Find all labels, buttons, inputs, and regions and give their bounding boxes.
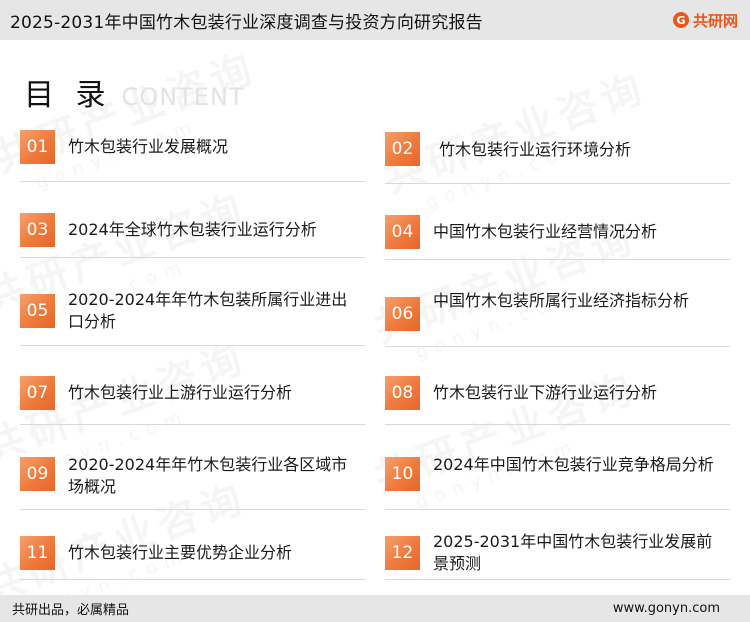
- toc-item-01[interactable]: 01 竹木包装行业发展概况: [20, 122, 365, 182]
- toc-subtitle: CONTENT: [121, 83, 245, 111]
- toc-item-05[interactable]: 05 2020-2024年年竹木包装所属行业进出口分析: [20, 282, 365, 346]
- toc-item-label: 竹木包装行业上游行业运行分析: [68, 383, 293, 402]
- toc-item-12[interactable]: 12 2025-2031年中国竹木包装行业发展前景预测: [385, 520, 730, 580]
- toc-number-badge: 12: [385, 536, 420, 570]
- footer-bar: 共研出品，必属精品 www.gonyn.com: [0, 595, 750, 622]
- toc-item-07[interactable]: 07 竹木包装行业上游行业运行分析: [20, 365, 365, 425]
- toc-number-badge: 04: [385, 215, 420, 249]
- toc-item-label: 2024年全球竹木包装行业运行分析: [68, 220, 317, 239]
- brand-logo-icon: G: [672, 12, 689, 28]
- divider: [385, 183, 730, 184]
- divider: [385, 579, 730, 580]
- divider: [385, 259, 730, 260]
- toc-number-badge: 08: [385, 376, 420, 410]
- toc-number-badge: 03: [20, 213, 55, 247]
- toc-number-badge: 09: [20, 457, 55, 491]
- brand-logo[interactable]: G 共研网: [672, 10, 738, 31]
- divider: [20, 257, 365, 258]
- toc-item-11[interactable]: 11 竹木包装行业主要优势企业分析: [20, 520, 365, 580]
- toc-number-badge: 11: [20, 536, 55, 570]
- toc-item-02[interactable]: 02 竹木包装行业运行环境分析: [385, 124, 730, 184]
- toc-number-badge: 01: [20, 130, 55, 164]
- header-bar: 2025-2031年中国竹木包装行业深度调查与投资方向研究报告 G 共研网: [0, 0, 750, 40]
- toc-item-04[interactable]: 04 中国竹木包装行业经营情况分析: [385, 200, 730, 260]
- toc-item-label: 竹木包装行业下游行业运行分析: [433, 383, 658, 402]
- toc-item-label: 2020-2024年年竹木包装所属行业进出口分析: [68, 290, 348, 331]
- toc-item-label: 竹木包装行业主要优势企业分析: [68, 543, 293, 562]
- divider: [385, 509, 730, 510]
- toc-number-badge: 06: [385, 297, 420, 331]
- toc-item-10[interactable]: 10 2024年中国竹木包装行业竞争格局分析: [385, 447, 730, 510]
- toc-number-badge: 02: [385, 132, 420, 166]
- divider: [20, 424, 365, 425]
- footer-url[interactable]: www.gonyn.com: [613, 601, 720, 616]
- toc-item-09[interactable]: 09 2020-2024年年竹木包装行业各区域市场概况: [20, 447, 365, 510]
- toc-item-label: 竹木包装行业运行环境分析: [439, 140, 632, 159]
- toc-title: 目 录: [24, 78, 112, 113]
- toc-item-08[interactable]: 08 竹木包装行业下游行业运行分析: [385, 365, 730, 425]
- toc-item-06[interactable]: 06 中国竹木包装所属行业经济指标分析: [385, 285, 730, 347]
- toc-item-03[interactable]: 03 2024年全球竹木包装行业运行分析: [20, 198, 365, 258]
- toc-item-label: 2024年中国竹木包装行业竞争格局分析: [433, 455, 714, 474]
- divider: [20, 345, 365, 346]
- toc-item-label: 2020-2024年年竹木包装行业各区域市场概况: [68, 455, 348, 496]
- toc-number-badge: 10: [385, 457, 420, 491]
- toc-number-badge: 05: [20, 294, 55, 328]
- divider: [20, 181, 365, 182]
- toc-item-label: 中国竹木包装行业经营情况分析: [433, 222, 658, 241]
- divider: [20, 509, 365, 510]
- toc-item-label: 竹木包装行业发展概况: [68, 137, 229, 156]
- brand-name: 共研网: [692, 11, 738, 30]
- toc-heading: 目 录 CONTENT: [24, 70, 245, 114]
- report-title: 2025-2031年中国竹木包装行业深度调查与投资方向研究报告: [10, 12, 483, 33]
- divider: [20, 579, 365, 580]
- toc-number-badge: 07: [20, 376, 55, 410]
- toc-item-label: 2025-2031年中国竹木包装行业发展前景预测: [433, 532, 713, 573]
- divider: [385, 346, 730, 347]
- divider: [385, 424, 730, 425]
- footer-slogan: 共研出品，必属精品: [12, 603, 130, 618]
- toc-item-label: 中国竹木包装所属行业经济指标分析: [433, 291, 690, 310]
